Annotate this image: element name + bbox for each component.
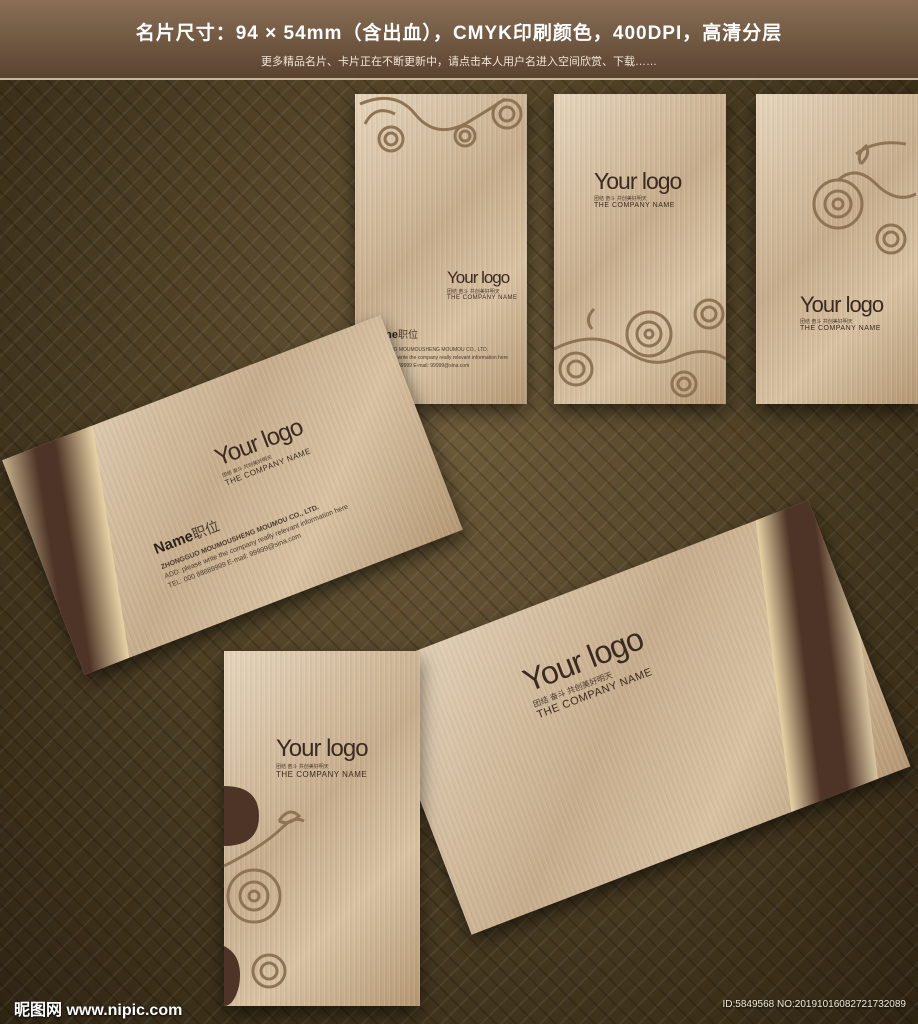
card-horizontal-tilted-right: Your logo 团结 奋斗 共创美好明天 THE COMPANY NAME bbox=[369, 500, 911, 935]
swirl-ornament-icon bbox=[359, 96, 523, 153]
swirl-ornament-icon bbox=[812, 141, 917, 255]
swirl-ornament-icon bbox=[554, 298, 726, 398]
header-subtitle: 更多精品名片、卡片正在不断更新中，请点击本人用户名进入空间欣赏、下载…… bbox=[261, 56, 657, 68]
card-logo: Your logo 团结 奋斗 共创美好明天 THE COMPANY NAME bbox=[594, 168, 682, 209]
card-vertical-3: Your logo 团结 奋斗 共创美好明天 THE COMPANY NAME bbox=[756, 94, 918, 404]
card-decor-band bbox=[751, 500, 882, 822]
card-logo: Your logo 团结 奋斗 共创美好明天 THE COMPANY NAME bbox=[447, 268, 518, 301]
footer-watermark: 昵图网 www.nipic.com bbox=[14, 1002, 183, 1019]
card-logo: Your logo 团结 奋斗 共创美好明天 THE COMPANY NAME bbox=[211, 413, 313, 488]
header-banner: 名片尺寸：94 × 54mm（含出血），CMYK印刷颜色，400DPI，高清分层… bbox=[0, 0, 918, 80]
card-logo: Your logo 团结 奋斗 共创美好明天 THE COMPANY NAME bbox=[800, 292, 884, 332]
card-decor-band bbox=[2, 399, 139, 675]
card-vertical-2: Your logo 团结 奋斗 共创美好明天 THE COMPANY NAME bbox=[554, 94, 726, 404]
header-title: 名片尺寸：94 × 54mm（含出血），CMYK印刷颜色，400DPI，高清分层 bbox=[135, 23, 783, 44]
card-logo: Your logo 团结 奋斗 共创美好明天 THE COMPANY NAME bbox=[518, 620, 655, 722]
swirl-ornament-icon bbox=[224, 786, 305, 1006]
card-contact-info: Name职位 ZHONGGUO MOUMOUSHENG MOUMOU CO., … bbox=[151, 503, 350, 590]
footer-id: ID:5849568 NO:20191016082721732089 bbox=[722, 999, 907, 1010]
card-vertical-4: Your logo 团结 奋斗 共创美好明天 THE COMPANY NAME bbox=[224, 651, 420, 1006]
card-horizontal-tilted-left: Your logo 团结 奋斗 共创美好明天 THE COMPANY NAME … bbox=[2, 315, 463, 675]
